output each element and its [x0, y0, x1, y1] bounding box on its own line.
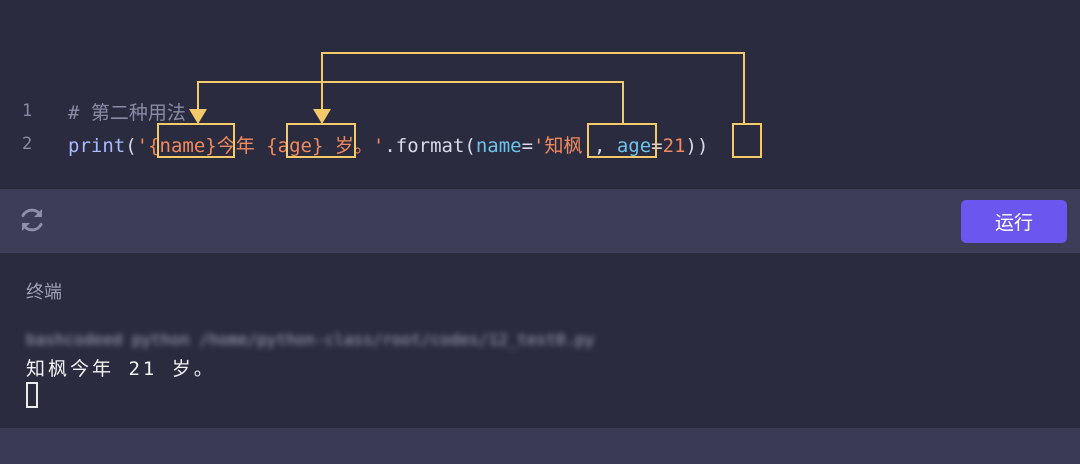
- terminal-panel[interactable]: 终端 bashcodeed python /home/python-class/…: [0, 253, 1080, 428]
- refresh-icon[interactable]: [16, 204, 48, 236]
- code-editor[interactable]: 1 2 # 第二种用法 print('{name}今年 {age} 岁。'.fo…: [0, 0, 1080, 189]
- bottom-bar: [0, 428, 1080, 464]
- annotation-arrow-age: [321, 52, 745, 124]
- arrowhead-name: [189, 109, 207, 124]
- highlight-box-21: [732, 123, 762, 158]
- highlight-box-zhifeng: [587, 123, 657, 158]
- terminal-title: 终端: [26, 282, 62, 303]
- toolbar: [0, 189, 1080, 253]
- terminal-command-line: bashcodeed python /home/python-class/roo…: [26, 330, 595, 349]
- terminal-cursor: [26, 382, 38, 408]
- annotation-overlay: [157, 52, 762, 158]
- run-button[interactable]: 运行: [961, 200, 1067, 243]
- annotation-arrow-name: [197, 81, 624, 124]
- highlight-box-age: [286, 123, 356, 158]
- terminal-output: 知枫今年 21 岁。: [26, 358, 216, 380]
- highlight-box-name: [157, 123, 235, 158]
- arrowhead-age: [313, 109, 331, 124]
